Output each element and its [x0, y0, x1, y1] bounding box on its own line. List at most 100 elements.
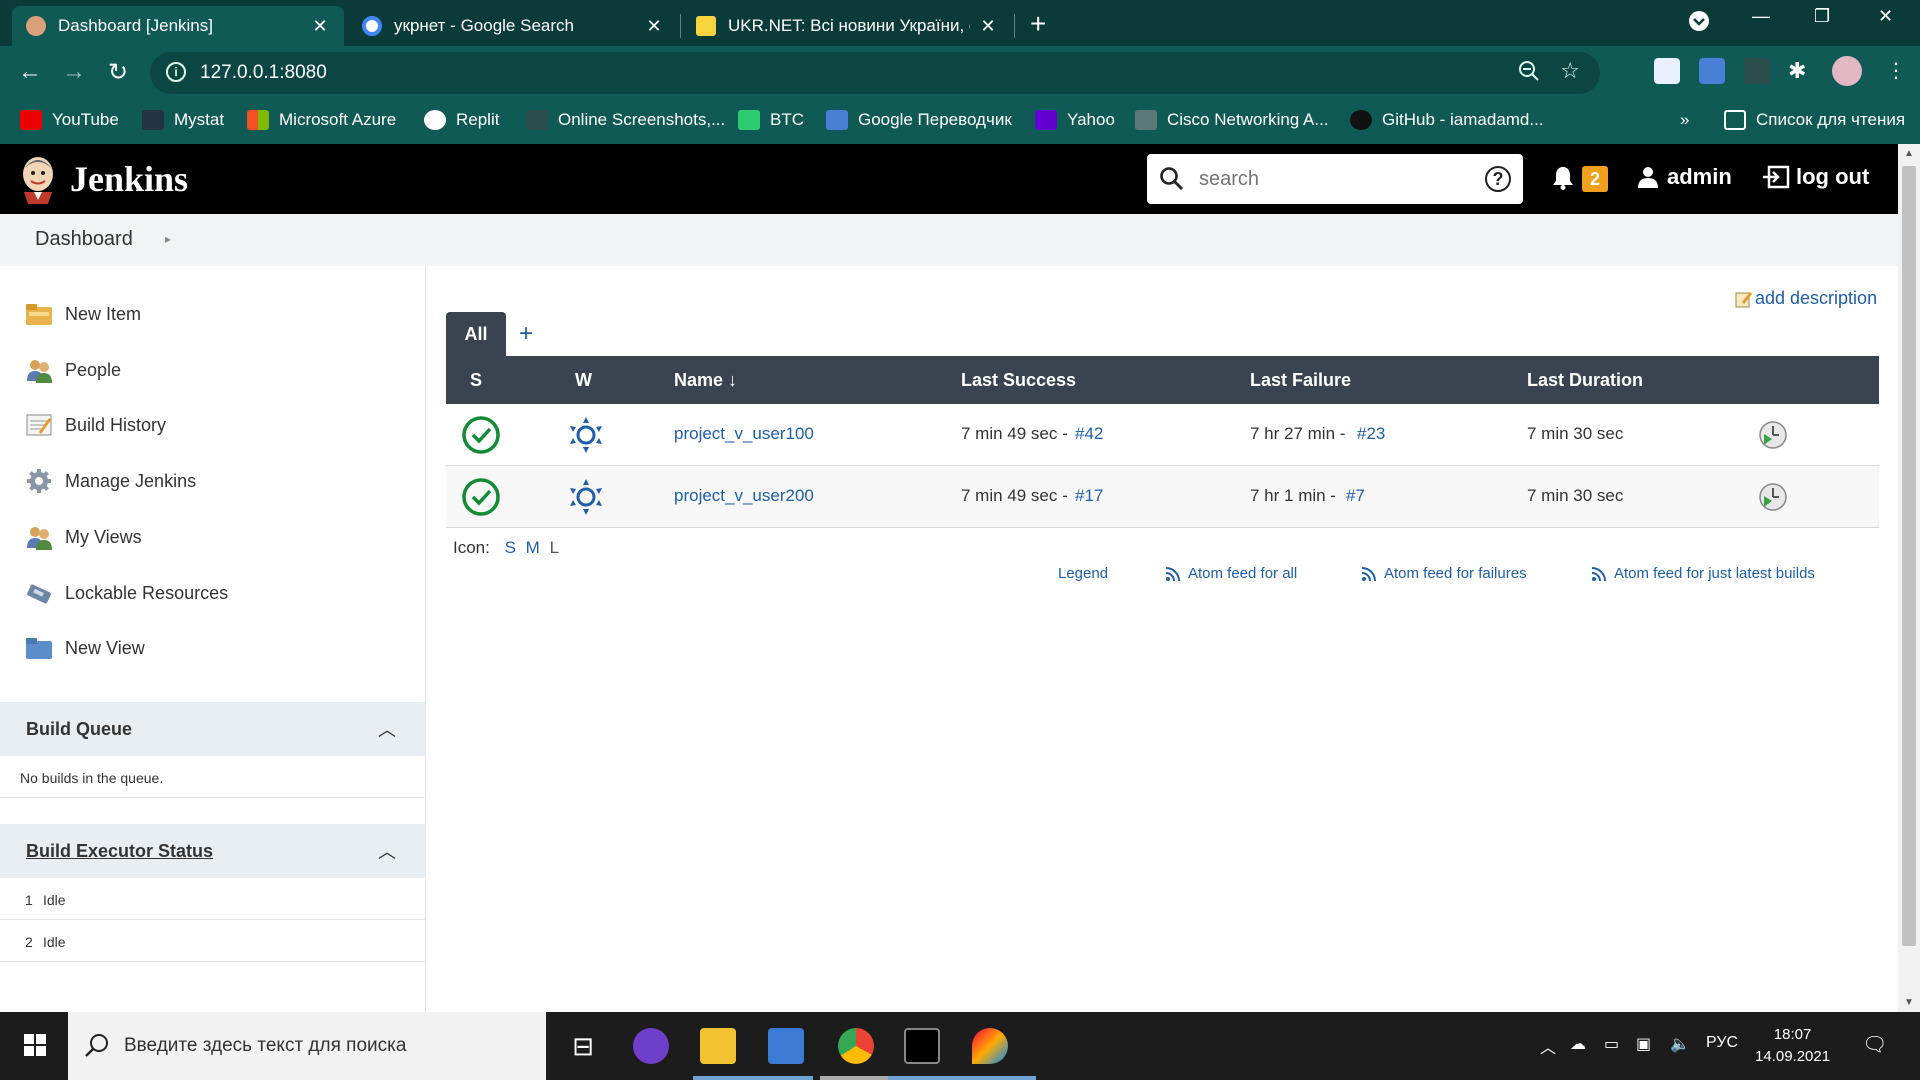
restore-icon[interactable]: ❐: [1814, 6, 1830, 27]
page-scrollbar[interactable]: ▲ ▼: [1898, 144, 1920, 1012]
collapse-chevron-up-icon[interactable]: ︿: [378, 838, 396, 864]
url-text[interactable]: 127.0.0.1:8080: [200, 62, 327, 84]
collapse-chevron-up-icon[interactable]: ︿: [378, 716, 396, 742]
reload-icon[interactable]: ↻: [108, 58, 128, 87]
taskbar-clock[interactable]: 18:07 14.09.2021: [1755, 1024, 1830, 1068]
forward-icon[interactable]: →: [62, 58, 86, 86]
input-language-indicator[interactable]: РУС: [1706, 1034, 1738, 1052]
sidebar-item-my-views[interactable]: My Views: [25, 522, 142, 552]
sidebar-item-build-history[interactable]: Build History: [25, 410, 166, 440]
scroll-down-arrow-icon[interactable]: ▼: [1904, 997, 1914, 1008]
column-header-last-success[interactable]: Last Success: [961, 370, 1076, 391]
bookmark-yahoo[interactable]: Yahoo: [1035, 110, 1115, 130]
address-bar[interactable]: i 127.0.0.1:8080 ☆: [150, 52, 1600, 94]
sidebar-item-new-item[interactable]: New Item: [25, 299, 141, 329]
extensions-puzzle-icon[interactable]: ✱: [1788, 58, 1814, 84]
close-tab-icon[interactable]: ✕: [644, 16, 664, 37]
tab-ukrnet[interactable]: UKR.NET: Всі новини України, ос ✕: [682, 6, 1012, 46]
legend-link[interactable]: Legend: [1058, 565, 1108, 582]
window-close-icon[interactable]: ✕: [1878, 6, 1893, 27]
add-description-link[interactable]: add description: [1735, 288, 1877, 309]
extension-icon[interactable]: [1654, 58, 1680, 84]
sidebar-item-lockable-resources[interactable]: Lockable Resources: [25, 578, 228, 608]
bookmark-online-screenshots[interactable]: Online Screenshots,...: [526, 110, 725, 130]
column-header-last-duration[interactable]: Last Duration: [1527, 370, 1643, 391]
github-desktop-icon[interactable]: [633, 1028, 669, 1064]
jenkins-search-box[interactable]: ?: [1147, 154, 1523, 204]
site-info-icon[interactable]: i: [166, 62, 186, 82]
volume-icon[interactable]: 🔈: [1670, 1034, 1690, 1054]
add-view-button[interactable]: +: [519, 320, 533, 348]
calculator-icon[interactable]: [768, 1028, 804, 1064]
last-failure-build-link[interactable]: #23: [1357, 424, 1385, 444]
build-queue-header[interactable]: Build Queue ︿: [0, 702, 426, 756]
icon-size-small-link[interactable]: S: [505, 538, 516, 557]
jenkins-title[interactable]: Jenkins: [70, 158, 188, 200]
column-header-name[interactable]: Name ↓: [674, 370, 737, 391]
job-name-link[interactable]: project_v_user100: [674, 424, 814, 444]
sidebar-item-manage-jenkins[interactable]: Manage Jenkins: [25, 466, 196, 496]
extension-icon[interactable]: [1744, 58, 1770, 84]
schedule-build-clock-icon[interactable]: [1758, 482, 1788, 512]
battery-icon[interactable]: ▭: [1604, 1034, 1619, 1054]
bookmarks-overflow-button[interactable]: »: [1680, 110, 1689, 130]
sidebar-item-people[interactable]: People: [25, 355, 121, 385]
chrome-icon[interactable]: [838, 1028, 874, 1064]
column-header-weather[interactable]: W: [575, 370, 592, 391]
tab-google-search[interactable]: укрнет - Google Search ✕: [348, 6, 678, 46]
bookmark-google-translate[interactable]: Google Переводчик: [826, 110, 1012, 130]
executor-status-title[interactable]: Build Executor Status: [26, 841, 213, 862]
sidebar-item-new-view[interactable]: New View: [25, 633, 145, 663]
reading-list-button[interactable]: Список для чтения: [1724, 110, 1905, 130]
executor-status-header[interactable]: Build Executor Status ︿: [0, 824, 426, 878]
paint-drop-icon[interactable]: [972, 1028, 1008, 1064]
taskbar-search-box[interactable]: Введите здесь текст для поиска: [68, 1012, 546, 1080]
bookmark-btc[interactable]: BTC: [738, 110, 804, 130]
search-input[interactable]: [1199, 166, 1459, 192]
close-tab-icon[interactable]: ✕: [978, 16, 998, 37]
file-explorer-icon[interactable]: [700, 1028, 736, 1064]
breadcrumb-dashboard[interactable]: Dashboard: [35, 228, 133, 251]
tab-search-icon[interactable]: [1688, 10, 1710, 37]
job-name-link[interactable]: project_v_user200: [674, 486, 814, 506]
tab-all-view[interactable]: All: [446, 312, 506, 356]
last-failure-build-link[interactable]: #7: [1346, 486, 1365, 506]
bookmark-youtube[interactable]: YouTube: [20, 110, 119, 130]
bookmark-star-icon[interactable]: ☆: [1560, 58, 1580, 84]
task-view-icon[interactable]: ⊟: [565, 1028, 601, 1064]
last-success-build-link[interactable]: #42: [1075, 424, 1103, 444]
zoom-icon[interactable]: [1518, 60, 1540, 88]
atom-feed-failures-link[interactable]: Atom feed for failures: [1362, 565, 1527, 582]
bookmark-microsoft-azure[interactable]: Microsoft Azure: [247, 110, 396, 130]
jenkins-butler-logo-icon[interactable]: [18, 154, 58, 204]
logout-link[interactable]: log out: [1762, 164, 1869, 190]
user-menu[interactable]: admin: [1637, 164, 1732, 190]
tab-jenkins-dashboard[interactable]: Dashboard [Jenkins] ✕: [12, 6, 344, 46]
help-icon[interactable]: ?: [1485, 166, 1511, 192]
close-tab-icon[interactable]: ✕: [310, 16, 330, 37]
atom-feed-all-link[interactable]: Atom feed for all: [1166, 565, 1297, 582]
translate-extension-icon[interactable]: [1699, 58, 1725, 84]
network-icon[interactable]: ▣: [1636, 1034, 1651, 1054]
bookmark-cisco[interactable]: Cisco Networking A...: [1135, 110, 1329, 130]
breadcrumb-chevron-icon[interactable]: ▸: [165, 232, 171, 246]
windows-start-icon[interactable]: [24, 1034, 46, 1056]
terminal-icon[interactable]: [904, 1028, 940, 1064]
bookmark-github[interactable]: GitHub - iamadamd...: [1350, 110, 1544, 130]
bookmark-mystat[interactable]: Mystat: [142, 110, 224, 130]
column-header-status[interactable]: S: [470, 370, 482, 391]
scroll-up-arrow-icon[interactable]: ▲: [1904, 148, 1914, 159]
new-tab-button[interactable]: +: [1030, 8, 1046, 40]
notification-count-badge[interactable]: 2: [1582, 166, 1608, 192]
minimize-icon[interactable]: —: [1752, 6, 1770, 27]
bookmark-replit[interactable]: Replit: [424, 110, 499, 130]
scrollbar-thumb[interactable]: [1902, 166, 1916, 946]
notification-bell-icon[interactable]: [1552, 166, 1574, 190]
icon-size-medium-link[interactable]: M: [526, 538, 540, 557]
atom-feed-latest-link[interactable]: Atom feed for just latest builds: [1592, 565, 1815, 582]
onedrive-cloud-icon[interactable]: ☁: [1570, 1034, 1586, 1054]
profile-avatar[interactable]: [1832, 56, 1862, 86]
column-header-last-failure[interactable]: Last Failure: [1250, 370, 1351, 391]
tray-overflow-chevron-icon[interactable]: ︿: [1540, 1034, 1556, 1058]
notifications-center-icon[interactable]: 🗨: [1862, 1032, 1887, 1057]
